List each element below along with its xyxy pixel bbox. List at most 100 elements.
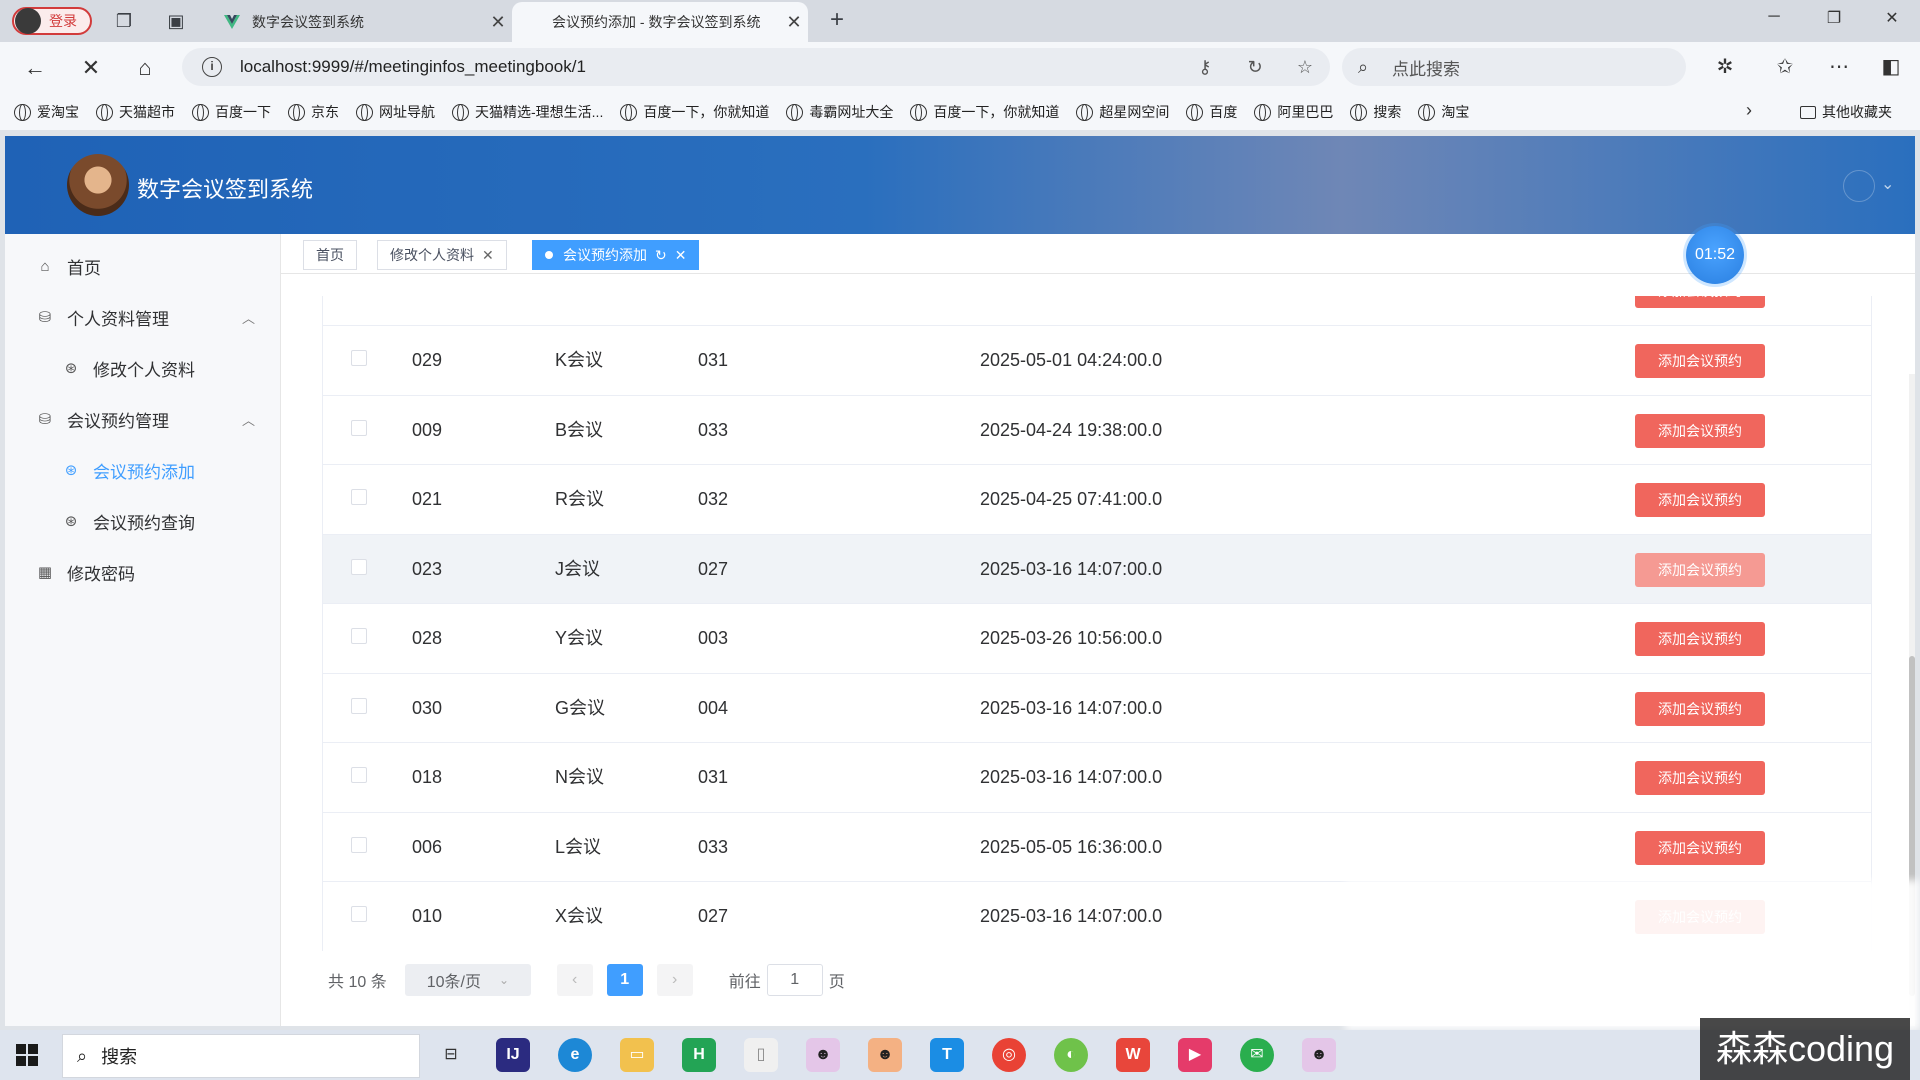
row-checkbox[interactable] (351, 350, 367, 366)
row-checkbox[interactable] (351, 697, 367, 714)
tag-profile-edit[interactable]: 修改个人资料 ✕ (377, 240, 507, 270)
add-booking-button[interactable]: 添加会议预约 (1635, 691, 1765, 726)
bookmark-item[interactable]: 毒霸网址大全 (786, 102, 893, 122)
bookmark-item[interactable]: 百度一下 (192, 102, 271, 122)
minimize-icon[interactable]: ─ (1754, 8, 1794, 26)
new-tab-button[interactable]: + (825, 8, 849, 32)
row-checkbox[interactable] (351, 628, 367, 644)
url-text[interactable]: localhost:9999/#/meetinginfos_meetingboo… (240, 57, 1180, 77)
back-icon[interactable]: ← (20, 54, 50, 84)
hbuilder-icon[interactable]: H (682, 1038, 716, 1072)
browser-tab-system[interactable]: 数字会议签到系统 ✕ (212, 2, 512, 42)
browser-tab-booking[interactable]: 会议预约添加 - 数字会议签到系统 ✕ (512, 2, 808, 42)
qq-icon[interactable]: ☻ (806, 1038, 840, 1072)
bookmark-item[interactable]: 百度 (1186, 102, 1237, 122)
bookmark-item[interactable]: 京东 (288, 102, 339, 122)
address-bar[interactable]: i localhost:9999/#/meetinginfos_meetingb… (182, 48, 1330, 86)
more-options-icon[interactable]: ⋯ (1824, 54, 1854, 79)
close-window-icon[interactable]: ✕ (1872, 8, 1912, 28)
bookmark-item[interactable]: 百度一下，你就知道 (620, 102, 769, 122)
page-size-select[interactable]: 10条/页 ⌄ (404, 964, 531, 996)
home-icon[interactable]: ⌂ (130, 54, 160, 84)
row-checkbox[interactable] (351, 906, 367, 922)
bookmarks-more-icon[interactable]: › (1746, 100, 1752, 121)
cell-meeting-name: Y会议 (555, 628, 604, 648)
add-booking-button[interactable]: 添加会议预约 (1635, 296, 1765, 308)
close-tab-icon[interactable]: ✕ (780, 12, 808, 33)
wps-icon[interactable]: W (1116, 1038, 1150, 1072)
favorites-icon[interactable]: ✩ (1770, 54, 1800, 79)
other-bookmarks[interactable]: 其他收藏夹 (1800, 102, 1892, 122)
bookmark-item[interactable]: 搜索 (1350, 102, 1401, 122)
add-booking-button[interactable]: 添加会议预约 (1635, 413, 1765, 448)
add-booking-button[interactable]: 添加会议预约 (1635, 622, 1765, 656)
row-checkbox[interactable] (351, 558, 367, 575)
add-booking-button[interactable]: 添加会议预约 (1635, 830, 1765, 865)
row-checkbox[interactable] (351, 419, 367, 436)
bookmark-item[interactable]: 天猫精选-理想生活... (452, 102, 603, 122)
refresh-page-icon[interactable]: ↻ (1230, 57, 1280, 78)
restore-icon[interactable]: ❐ (1814, 8, 1854, 28)
qq-alt-icon[interactable]: ☻ (1302, 1038, 1336, 1072)
windows-start-icon[interactable] (16, 1044, 38, 1066)
bookmark-item[interactable]: 网址导航 (356, 102, 435, 122)
close-tag-icon[interactable]: ✕ (482, 247, 494, 264)
profile-button[interactable]: 登录 (12, 7, 92, 35)
chevron-down-icon[interactable]: ⌄ (1881, 174, 1894, 194)
taskbar-search[interactable]: ⌕ 搜索 (62, 1034, 420, 1078)
cell-meeting-name: K会议 (555, 350, 604, 370)
goto-page-input[interactable]: 1 (766, 964, 823, 996)
intellij-icon[interactable]: IJ (496, 1038, 530, 1072)
row-checkbox[interactable] (351, 489, 367, 505)
bookmark-item[interactable]: 超星网空间 (1076, 102, 1169, 122)
bookmark-item[interactable]: 爱淘宝 (14, 102, 79, 122)
wechat-icon[interactable]: ✉ (1240, 1038, 1274, 1072)
refresh-tag-icon[interactable]: ↻ (655, 247, 667, 264)
add-booking-button[interactable]: 添加会议预约 (1635, 761, 1765, 795)
vertical-tabs-icon[interactable]: ▣ (164, 9, 188, 33)
sidebar-item-home[interactable]: ⌂ 首页 (5, 246, 281, 286)
close-tag-icon[interactable]: ✕ (675, 247, 687, 264)
sidebar-toggle-icon[interactable]: ◧ (1876, 54, 1906, 79)
tag-booking-add[interactable]: 会议预约添加 ↻ ✕ (532, 240, 700, 270)
bookmark-item[interactable]: 阿里巴巴 (1254, 102, 1333, 122)
row-checkbox[interactable] (351, 767, 367, 783)
qq-active-icon[interactable]: ☻ (868, 1038, 902, 1072)
sidebar-item-booking-add[interactable]: ⊛ 会议预约添加 (5, 450, 281, 490)
bookmark-item[interactable]: 百度一下，你就知道 (910, 102, 1059, 122)
browser-search-box[interactable]: ⌕ 点此搜索 (1342, 48, 1686, 86)
tencent-meeting-icon[interactable]: T (930, 1038, 964, 1072)
tag-home[interactable]: 首页 (303, 240, 357, 270)
app-green-icon[interactable]: ◐ (1054, 1038, 1088, 1072)
bookmark-item[interactable]: 淘宝 (1418, 102, 1469, 122)
add-booking-button[interactable]: 添加会议预约 (1635, 344, 1765, 378)
prev-page-button[interactable]: ‹ (556, 964, 593, 996)
notepad-icon[interactable]: ▯ (744, 1038, 778, 1072)
edge-browser-icon[interactable]: e (558, 1038, 592, 1072)
video-app-icon[interactable]: ▶ (1178, 1038, 1212, 1072)
sidebar-group-booking[interactable]: ⛁ 会议预约管理 ︿ (5, 399, 281, 439)
folder-icon (1800, 105, 1816, 119)
key-icon[interactable]: ⚷ (1180, 57, 1230, 78)
file-explorer-icon[interactable]: ▭ (620, 1038, 654, 1072)
globe-icon (786, 103, 804, 121)
sidebar-item-profile-edit[interactable]: ⊛ 修改个人资料 (5, 348, 281, 388)
workspaces-icon[interactable]: ❐ (112, 9, 136, 33)
site-info-icon[interactable]: i (202, 57, 222, 77)
bookmark-item[interactable]: 天猫超市 (96, 102, 175, 122)
task-view-icon[interactable]: ⊟ (434, 1038, 468, 1072)
sidebar-item-password[interactable]: ▦ 修改密码 (5, 552, 281, 592)
page-number-current[interactable]: 1 (606, 964, 643, 996)
next-page-button[interactable]: › (656, 964, 693, 996)
add-booking-button[interactable]: 添加会议预约 (1635, 552, 1765, 587)
stop-loading-icon[interactable]: ✕ (76, 54, 106, 84)
add-booking-button[interactable]: 添加会议预约 (1635, 483, 1765, 517)
sidebar-group-profile[interactable]: ⛁ 个人资料管理 ︿ (5, 297, 281, 337)
chrome-icon[interactable]: ◎ (992, 1038, 1026, 1072)
user-avatar[interactable] (1843, 170, 1875, 202)
favorite-star-icon[interactable]: ☆ (1280, 57, 1330, 78)
row-checkbox[interactable] (351, 836, 367, 853)
extensions-icon[interactable]: ✲ (1710, 54, 1740, 79)
sidebar-item-booking-query[interactable]: ⊛ 会议预约查询 (5, 501, 281, 541)
close-tab-icon[interactable]: ✕ (484, 12, 512, 33)
